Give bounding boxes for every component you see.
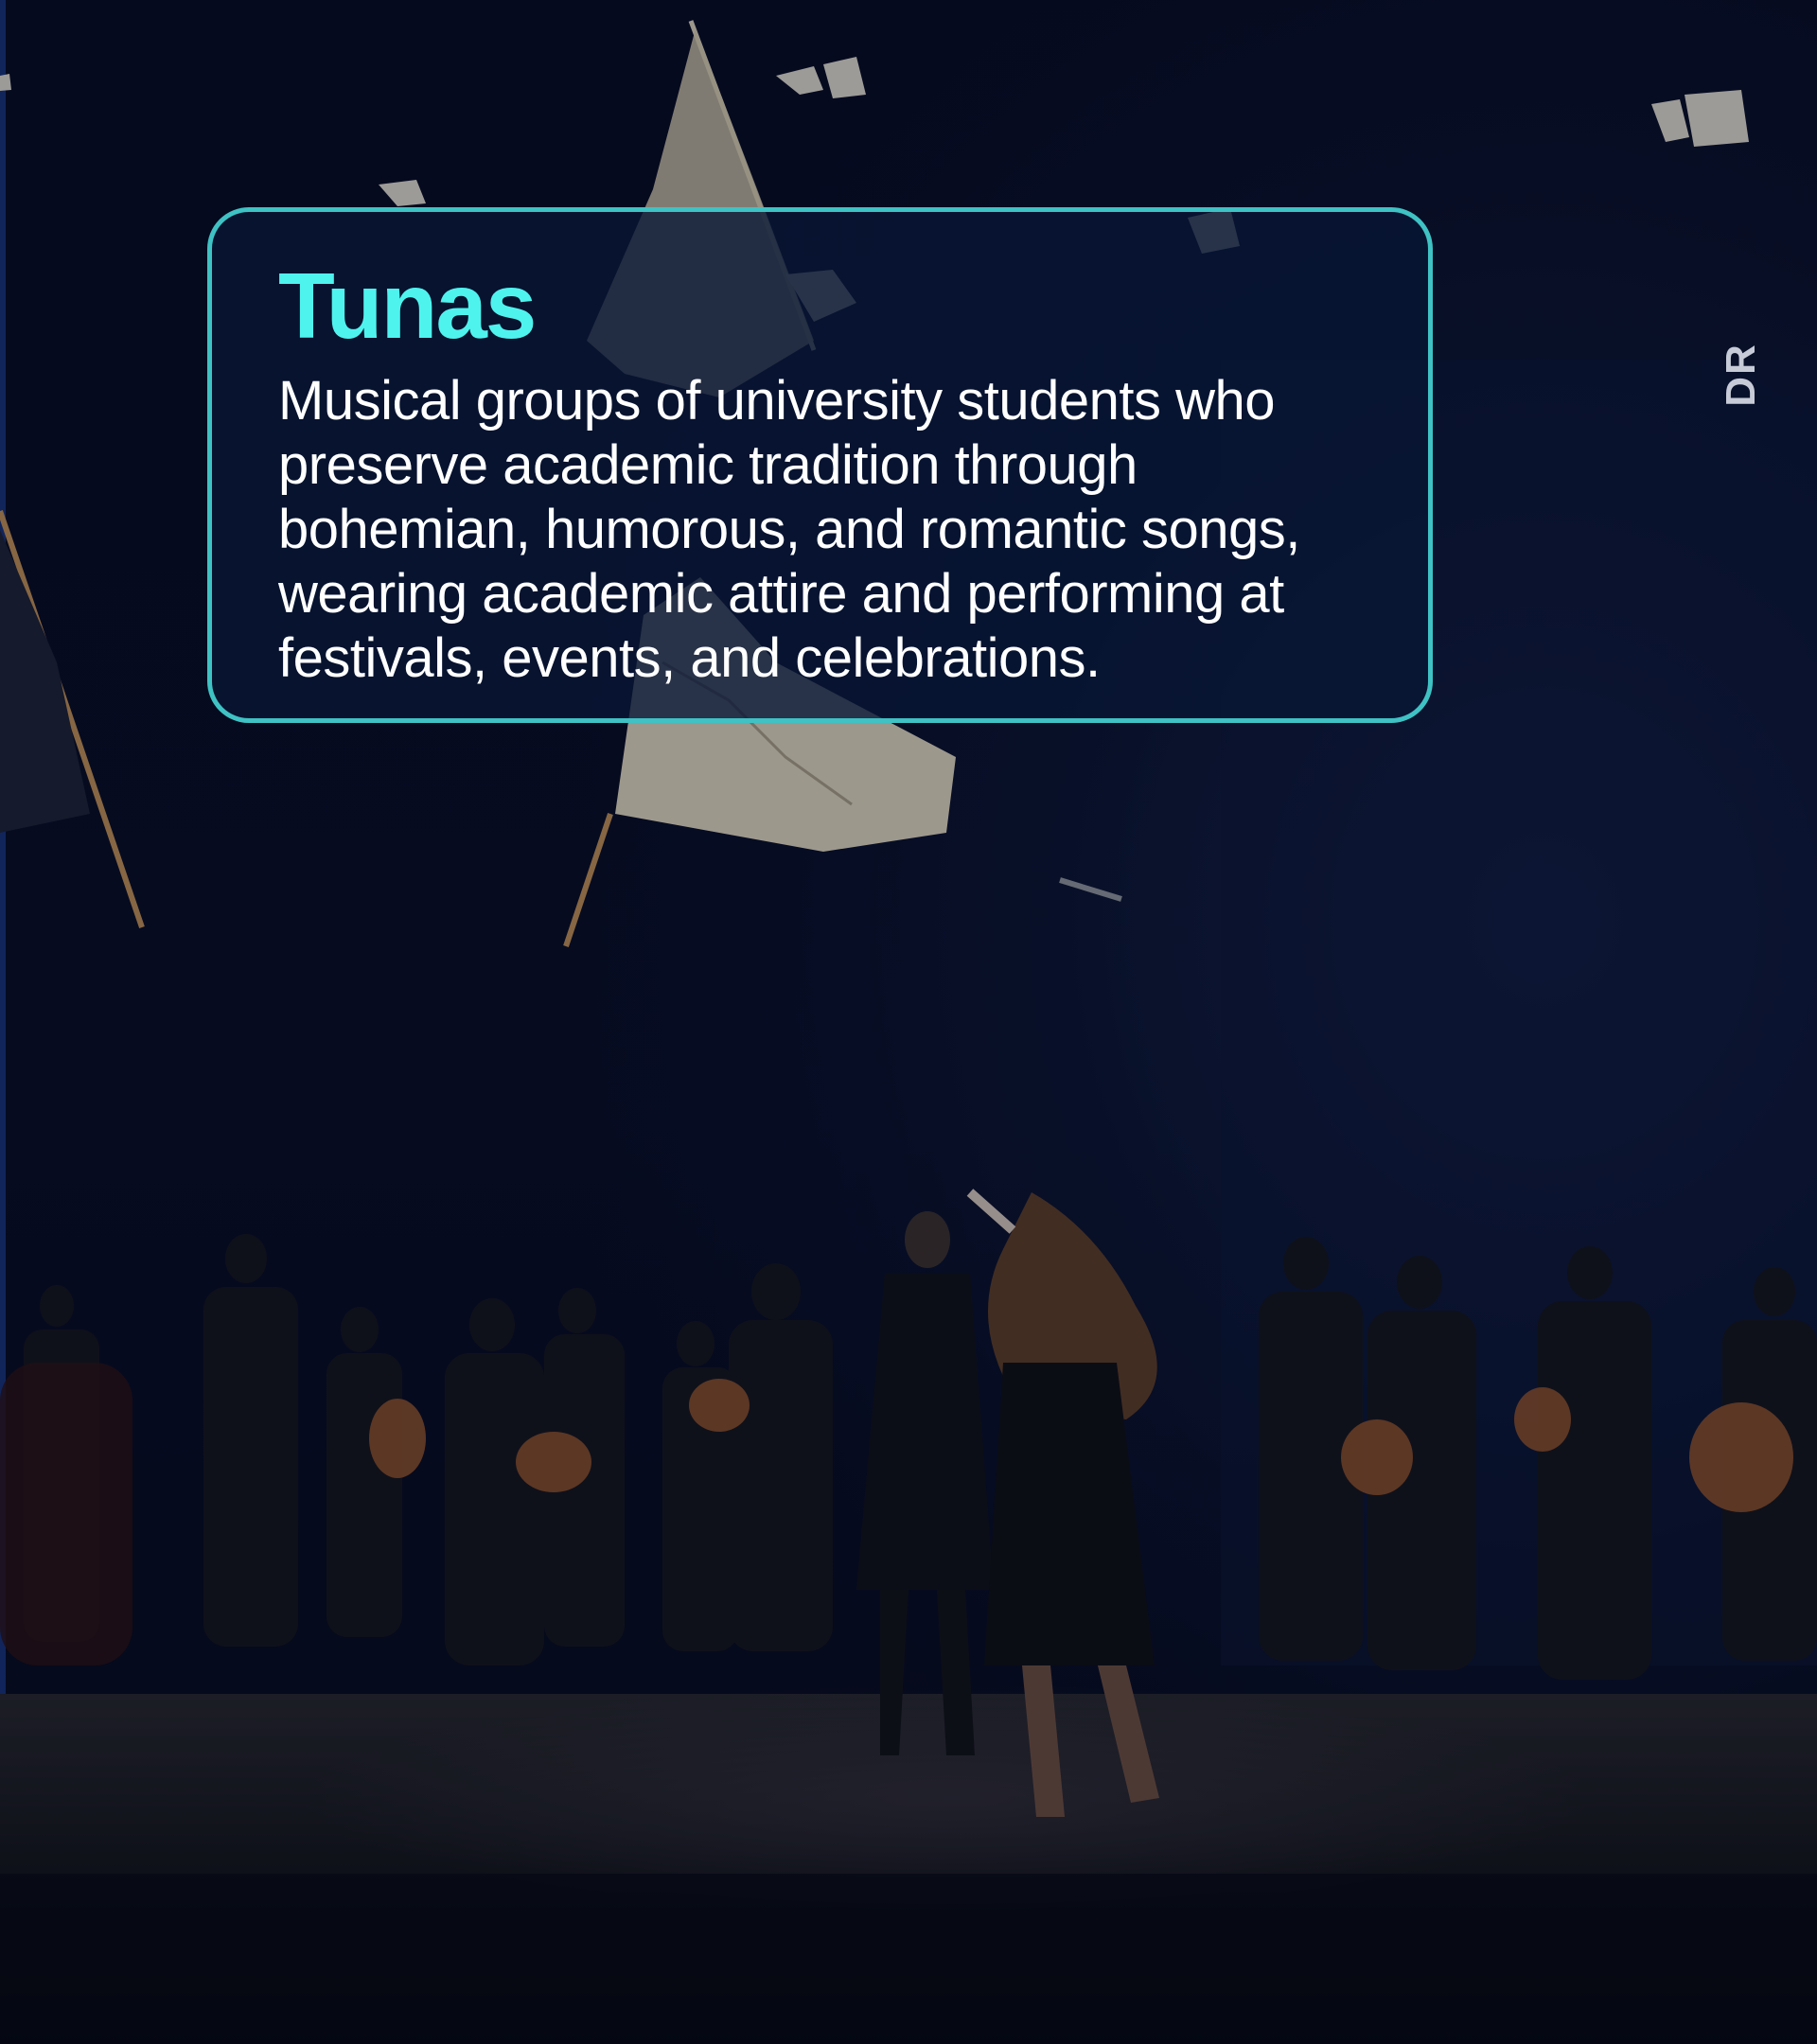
hero-panel: Tunas Musical groups of university stude… bbox=[0, 0, 1817, 2044]
card-description: Musical groups of university students wh… bbox=[278, 370, 1300, 689]
card-title: Tunas bbox=[278, 254, 537, 358]
photo-credit: DR bbox=[1718, 343, 1764, 407]
tunas-info-card: Tunas Musical groups of university stude… bbox=[207, 207, 1433, 723]
